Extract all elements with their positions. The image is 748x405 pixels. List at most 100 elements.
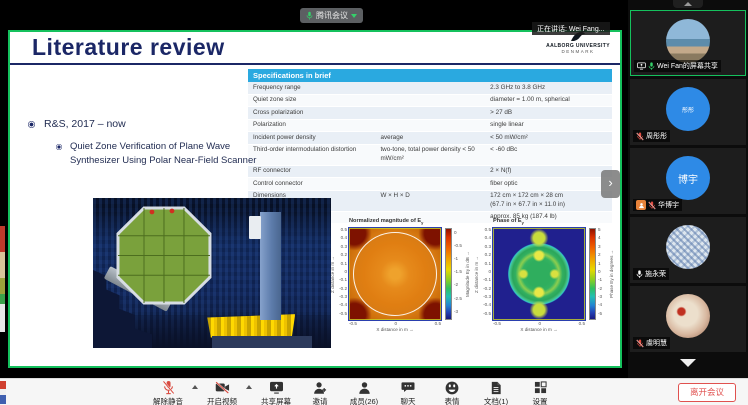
scroll-down-arrow[interactable]: [680, 359, 696, 367]
emoji-button[interactable]: 表情: [430, 380, 474, 405]
spec-name: Third-order intermodulation distortion: [253, 146, 380, 163]
participant-name: 周彤彤: [646, 131, 667, 141]
person-icon: [358, 381, 371, 395]
invite-button[interactable]: 邀请: [298, 380, 342, 405]
participant-tile[interactable]: 虞明慧: [630, 286, 746, 352]
bullet-icon: [28, 121, 35, 128]
participant-nametag: 施永荣: [633, 268, 669, 280]
logo-text-country: DENMARK: [540, 49, 616, 54]
video-options-caret[interactable]: [244, 380, 254, 389]
x-axis-label: X distance in m →: [493, 327, 585, 332]
start-video-button[interactable]: 开启视频: [200, 380, 244, 405]
spec-condition: [380, 167, 490, 176]
spec-condition: [380, 180, 490, 189]
spec-condition: [380, 121, 490, 130]
smiley-icon: [445, 381, 459, 395]
person-icon: [638, 202, 645, 209]
colorbar: [445, 228, 452, 320]
spec-name: Incident power density: [253, 134, 380, 143]
support-column: [260, 212, 281, 320]
avatar: 博宇: [666, 156, 710, 200]
spec-value: < 50 mW/cm²: [490, 134, 607, 143]
chevron-down-icon: [351, 14, 357, 18]
spec-name: Quiet zone size: [253, 96, 380, 105]
chevron-up-icon: [684, 2, 692, 6]
share-screen-button[interactable]: 共享屏幕: [254, 380, 298, 405]
mic-on-icon: [306, 11, 313, 21]
participant-tile[interactable]: 施永荣: [630, 217, 746, 283]
spec-condition: average: [380, 134, 490, 143]
spec-condition: two-tone, total power density < 50 mW/cm…: [380, 146, 490, 163]
bullet-icon: [56, 144, 62, 150]
mic-muted-icon: [162, 380, 175, 395]
raised-hand-badge: [636, 200, 646, 210]
spec-value: fiber optic: [490, 180, 607, 189]
docs-button[interactable]: 文档(1): [474, 380, 518, 405]
bullet-level2: Quiet Zone Verification of Plane Wave Sy…: [56, 140, 258, 169]
camera-muted-icon: [215, 381, 230, 394]
sidebar-collapse-tab[interactable]: [673, 0, 703, 8]
spec-name: Control connector: [253, 180, 380, 189]
spec-name: Frequency range: [253, 84, 380, 93]
speaking-indicator: 正在讲话: Wei Fang...: [532, 22, 610, 35]
spec-value: single linear: [490, 121, 607, 130]
colorbar-ticks: 0 -0.5 -1 -1.5 -2 -2.5 -3: [452, 226, 465, 318]
settings-button[interactable]: 设置: [518, 380, 562, 405]
participant-name: 华博宇: [658, 200, 679, 210]
y-axis-label: Z distance in m →: [474, 228, 481, 320]
mic-muted-icon: [636, 339, 644, 348]
participants-sidebar: Wei Fan的屏幕共享 彤彤 周彤彤 博宇: [628, 0, 748, 378]
spec-value: 2 × N(f): [490, 167, 607, 176]
chat-button[interactable]: 聊天: [386, 380, 430, 405]
heatmap-magnitude: [349, 228, 441, 320]
participant-nametag: 周彤彤: [633, 130, 670, 142]
table-header: Specifications in brief: [248, 69, 612, 82]
share-pill-label: 腾讯会议: [316, 10, 348, 21]
chevron-up-icon: [246, 385, 252, 389]
bullet-level1: R&S, 2017 – now: [28, 118, 126, 130]
participant-name: 施永荣: [645, 269, 666, 279]
person-add-icon: [313, 381, 327, 395]
table-row: Frequency range 2.3 GHz to 3.8 GHz: [248, 82, 612, 95]
participant-nametag: 华博宇: [633, 199, 682, 211]
sidebar-collapse-chevron[interactable]: ›: [601, 170, 620, 198]
spec-value: < -60 dBc: [490, 146, 607, 163]
leave-meeting-button[interactable]: 离开会议: [678, 383, 736, 402]
colorbar-label: Phase Ey in degrees →: [609, 228, 617, 320]
colorbar-label: Magnitude Ey in dB →: [465, 228, 473, 320]
mic-on-icon: [636, 270, 643, 279]
anechoic-chamber-photo: [93, 198, 331, 348]
table-row: Cross polarization > 27 dB: [248, 107, 612, 120]
table-row: Control connector fiber optic: [248, 178, 612, 191]
unmute-button[interactable]: 解除静音: [146, 380, 190, 405]
members-button[interactable]: 成员(26): [342, 380, 386, 405]
spec-condition: W × H × D: [380, 192, 490, 209]
table-row: Incident power density average < 50 mW/c…: [248, 132, 612, 145]
spec-value: > 27 dB: [490, 109, 607, 118]
presentation-slide: Literature review AALBORG UNIVERSITY DEN…: [8, 30, 622, 368]
spec-value: diameter = 1.00 m, spherical: [490, 96, 607, 105]
participant-tile[interactable]: 彤彤 周彤彤: [630, 79, 746, 145]
y-axis-ticks: 0.5 0.4 0.3 0.2 0.1 0 -0.1 -0.2 -0.3 -0.…: [337, 226, 349, 318]
participant-tile[interactable]: 博宇 华博宇: [630, 148, 746, 214]
x-axis-ticks: -0.500.5: [493, 321, 585, 326]
plot-title: Normalized magnitude of Ey: [349, 218, 476, 225]
chevron-up-icon: [192, 385, 198, 389]
plane-wave-synthesizer-array: [114, 206, 214, 305]
pedestal: [212, 336, 312, 348]
screen-share-icon: [637, 62, 646, 70]
heatmap-phase: [493, 228, 585, 320]
bullet1-text: R&S, 2017 – now: [44, 118, 126, 130]
avatar: [666, 225, 710, 269]
table-row: Polarization single linear: [248, 120, 612, 133]
share-status-pill[interactable]: 腾讯会议: [300, 8, 363, 23]
title-underline: [10, 63, 620, 65]
participant-tile[interactable]: Wei Fan的屏幕共享: [630, 10, 746, 76]
spec-condition: [380, 96, 490, 105]
spec-name: Polarization: [253, 121, 380, 130]
spec-value: 172 cm × 172 cm × 28 cm (67.7 in × 67.7 …: [490, 192, 607, 209]
slide-title: Literature review: [32, 34, 225, 61]
colorbar-ticks: 5 4 3 2 1 0 -1 -2 -3 -4 -5: [596, 226, 609, 318]
grid-icon: [534, 381, 547, 394]
audio-options-caret[interactable]: [190, 380, 200, 389]
